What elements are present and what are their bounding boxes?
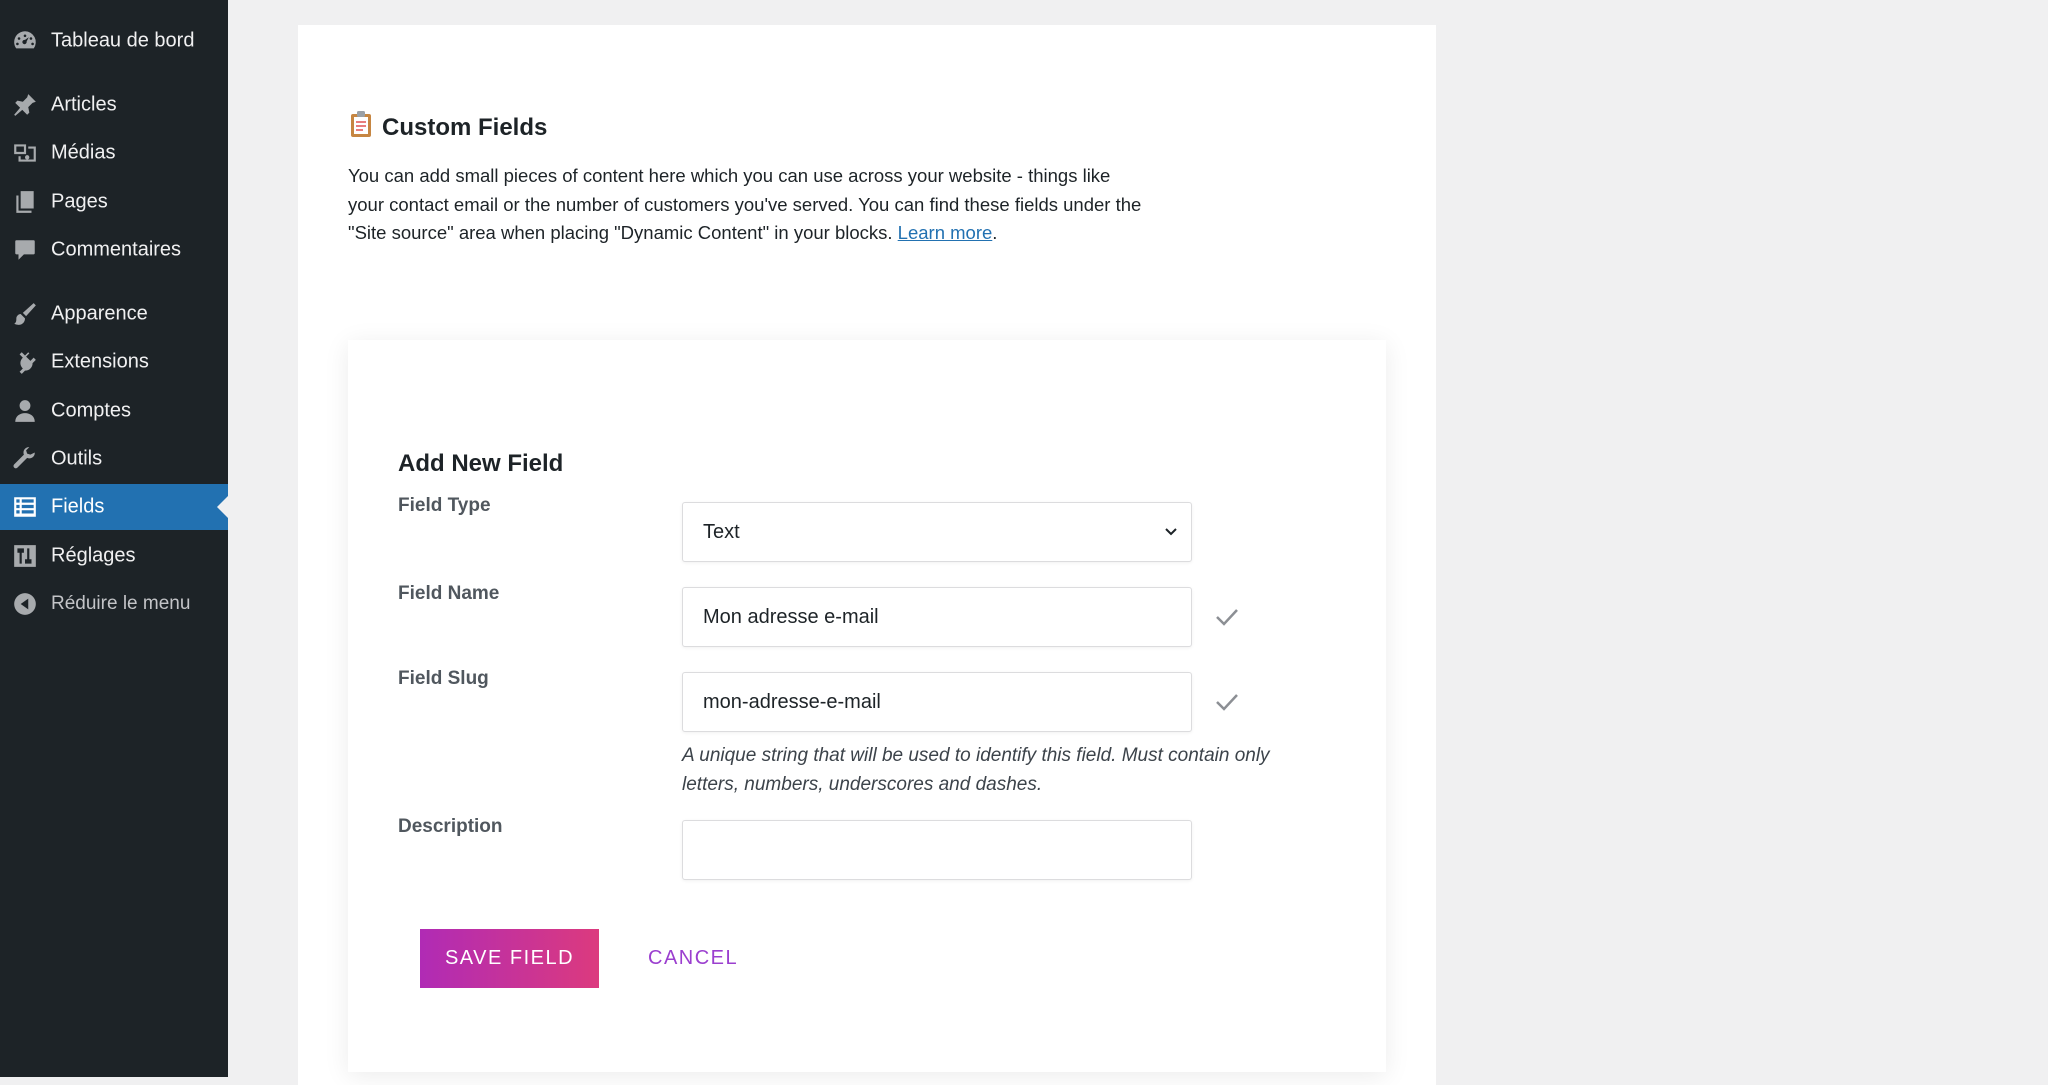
- sidebar-item-settings[interactable]: Réglages: [0, 533, 228, 579]
- page-title: Custom Fields: [348, 110, 547, 145]
- sidebar-item-comments[interactable]: Commentaires: [0, 227, 228, 273]
- admin-sidebar: Tableau de bord Articles Médias Pages Co…: [0, 0, 228, 1077]
- sidebar-item-label: Pages: [51, 190, 108, 213]
- field-slug-box: [682, 672, 1192, 732]
- dashboard-icon: [12, 28, 38, 54]
- sidebar-item-fields[interactable]: Fields: [0, 484, 228, 530]
- description-label: Description: [398, 816, 503, 837]
- user-icon: [12, 398, 38, 424]
- field-type-select[interactable]: Text: [682, 502, 1192, 562]
- sidebar-item-label: Médias: [51, 141, 116, 164]
- main-content-panel: Custom Fields You can add small pieces o…: [298, 25, 1436, 1085]
- sidebar-item-label: Tableau de bord: [51, 29, 195, 52]
- pages-icon: [12, 189, 38, 215]
- collapse-menu-button[interactable]: Réduire le menu: [0, 581, 228, 627]
- field-type-label: Field Type: [398, 495, 491, 516]
- sidebar-item-appearance[interactable]: Apparence: [0, 291, 228, 337]
- chevron-down-icon: [1165, 528, 1177, 536]
- wrench-icon: [12, 446, 38, 472]
- field-name-input[interactable]: [683, 588, 1191, 646]
- page-title-text: Custom Fields: [382, 113, 548, 141]
- plugin-icon: [12, 349, 38, 375]
- sidebar-item-label: Apparence: [51, 302, 148, 325]
- learn-more-link[interactable]: Learn more: [898, 222, 993, 243]
- sidebar-item-tools[interactable]: Outils: [0, 436, 228, 482]
- intro-text: You can add small pieces of content here…: [348, 162, 1148, 248]
- sidebar-item-label: Commentaires: [51, 238, 182, 261]
- save-field-button[interactable]: SAVE FIELD: [420, 929, 599, 988]
- sidebar-item-accounts[interactable]: Comptes: [0, 388, 228, 434]
- sidebar-item-pages[interactable]: Pages: [0, 179, 228, 225]
- checkmark-icon: [1216, 694, 1238, 711]
- add-field-card: Add New Field Field Type Text Field Name…: [348, 340, 1386, 1072]
- sidebar-item-label: Extensions: [51, 350, 149, 373]
- settings-icon: [12, 543, 38, 569]
- intro-body: You can add small pieces of content here…: [348, 165, 1142, 243]
- sidebar-item-medias[interactable]: Médias: [0, 130, 228, 176]
- pin-icon: [12, 92, 38, 118]
- sidebar-item-label: Outils: [51, 447, 103, 470]
- description-input[interactable]: [683, 821, 1191, 879]
- description-box: [682, 820, 1192, 880]
- media-icon: [12, 140, 38, 166]
- comment-icon: [12, 237, 38, 263]
- list-icon: [12, 494, 38, 520]
- sidebar-item-dashboard[interactable]: Tableau de bord: [0, 18, 228, 64]
- sidebar-item-label: Fields: [51, 495, 105, 518]
- clipboard-icon: [348, 110, 382, 145]
- sidebar-item-label: Réduire le menu: [51, 593, 191, 614]
- field-name-box: [682, 587, 1192, 647]
- form-title: Add New Field: [398, 450, 564, 477]
- cancel-button[interactable]: CANCEL: [648, 929, 738, 988]
- sidebar-item-extensions[interactable]: Extensions: [0, 339, 228, 385]
- slug-help-text: A unique string that will be used to ide…: [682, 745, 1270, 795]
- sidebar-item-label: Réglages: [51, 544, 136, 567]
- checkmark-icon: [1216, 609, 1238, 626]
- brush-icon: [12, 301, 38, 327]
- sidebar-item-articles[interactable]: Articles: [0, 82, 228, 128]
- field-slug-input[interactable]: [683, 673, 1191, 731]
- field-slug-label: Field Slug: [398, 668, 489, 689]
- sidebar-item-label: Articles: [51, 93, 117, 116]
- intro-end: .: [992, 222, 998, 243]
- sidebar-item-label: Comptes: [51, 399, 132, 422]
- field-type-value: Text: [703, 520, 740, 543]
- field-name-label: Field Name: [398, 583, 500, 604]
- collapse-icon: [12, 591, 38, 617]
